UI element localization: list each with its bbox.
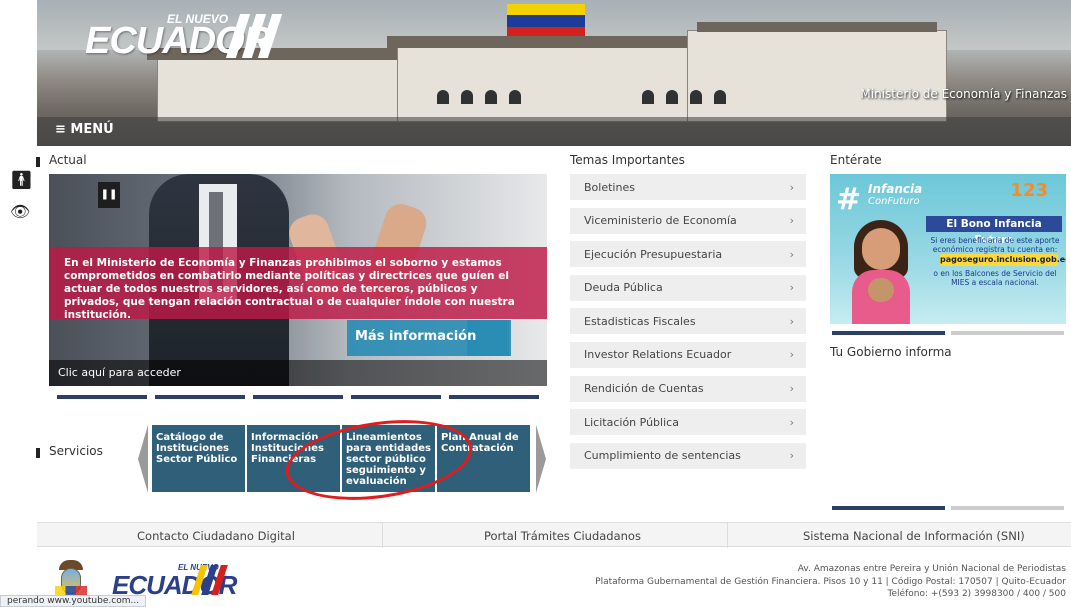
chevron-right-icon: › [789,382,794,396]
tema-item[interactable]: Investor Relations Ecuador › [570,341,806,368]
tema-item[interactable]: Estadisticas Fiscales › [570,308,806,335]
accessibility-icon[interactable]: 🚹︎ [10,170,33,191]
temas-list: Boletines › Viceministerio de Economía › E… [570,174,806,476]
carousel-indicator[interactable] [351,395,441,399]
tema-label: Licitación Pública [584,415,679,429]
window [437,90,449,104]
tema-label: Ejecución Presupuestaria [584,247,723,261]
window [666,90,678,104]
tema-label: Cumplimiento de sentencias [584,449,741,463]
section-marker [36,448,40,458]
footer-address: Av. Amazonas entre Pereira y Unión Nacio… [595,563,1066,601]
window [461,90,473,104]
carousel-indicators [57,395,539,399]
gobierno-title: Tu Gobierno informa [830,345,952,359]
link-sni[interactable]: Sistema Nacional de Información (SNI) [803,529,1025,543]
window [485,90,497,104]
chevron-right-icon: › [789,415,794,429]
tema-label: Rendición de Cuentas [584,382,704,396]
tema-label: Investor Relations Ecuador [584,348,732,362]
service-tile[interactable]: Catálogo de Instituciones Sector Público [152,425,245,492]
banner-text1: Si eres beneficiaria de este aporte econ… [930,236,1060,254]
footer-logo-bars-icon [191,565,228,595]
gobierno-indicators [832,506,1064,510]
browser-status-bar: perando www.youtube.com... [0,595,147,607]
address-line1: Av. Amazonas entre Pereira y Unión Nacio… [797,564,1066,574]
chevron-right-icon: › [789,348,794,362]
divider [382,523,383,548]
tema-item[interactable]: Viceministerio de Economía › [570,207,806,234]
tema-label: Deuda Pública [584,281,663,295]
banner-girl-image [848,220,914,324]
divider [727,523,728,548]
enterate-banner[interactable]: # Infancia ConFuturo 123 El Bono Infanci… [830,174,1066,324]
chevron-right-icon: › [789,314,794,328]
menu-button[interactable]: ≡ MENÚ [55,122,114,137]
tema-item[interactable]: Cumplimiento de sentencias › [570,442,806,469]
banner-line1: Infancia [868,182,923,196]
tema-label: Estadisticas Fiscales [584,314,696,328]
address-line2: Plataforma Gubernamental de Gestión Fina… [595,576,1066,587]
tema-item[interactable]: Boletines › [570,174,806,200]
chevron-right-icon: › [789,449,794,463]
link-tramites[interactable]: Portal Trámites Ciudadanos [484,529,641,543]
phone: Teléfono: +(593 2) 3998300 / 400 / 500 [887,589,1066,599]
ministry-name: Ministerio de Economía y Finanzas [860,87,1067,101]
window [714,90,726,104]
ecuador-flag [507,4,585,38]
tema-label: Viceministerio de Economía [584,214,737,228]
chevron-right-icon: › [789,214,794,228]
more-info-button[interactable]: Más información [347,320,509,356]
menu-bar: ≡ MENÚ [37,117,1071,146]
banner-line2: ConFuturo [868,196,920,207]
banner-hash: # [836,182,862,217]
tema-item[interactable]: Licitación Pública › [570,409,806,436]
eye-icon[interactable]: 👁︎ [10,202,30,221]
carousel-indicator[interactable] [253,395,343,399]
indicator-active[interactable] [832,506,945,510]
actual-title: Actual [49,153,87,167]
banner-text2: o en los Balcones de Servicio del MIES a… [933,269,1057,287]
banner-url[interactable]: pagoseguro.inclusion.gob.ec [940,254,1066,266]
window [509,90,521,104]
window [642,90,654,104]
services-prev-arrow[interactable] [138,425,148,493]
indicator[interactable] [951,331,1064,335]
carousel-indicator[interactable] [57,395,147,399]
tema-item[interactable]: Ejecución Presupuestaria › [570,241,806,268]
link-contacto[interactable]: Contacto Ciudadano Digital [137,529,295,543]
services-next-arrow[interactable] [536,425,546,493]
tema-item[interactable]: Deuda Pública › [570,274,806,301]
enterate-indicators [832,331,1064,335]
building-right [687,30,947,122]
carousel-access-link[interactable]: Clic aquí para acceder [49,360,547,386]
section-marker [36,157,40,167]
tema-item[interactable]: Rendición de Cuentas › [570,375,806,402]
enterate-title: Entérate [830,153,882,167]
servicios-title: Servicios [49,444,103,458]
window [690,90,702,104]
carousel-text: En el Ministerio de Economía y Finanzas … [64,257,515,321]
chevron-right-icon: › [789,281,794,295]
coat-of-arms-icon [55,560,87,600]
bottom-links-bar: Contacto Ciudadano Digital Portal Trámit… [37,522,1071,548]
chevron-right-icon: › [789,180,794,194]
indicator[interactable] [951,506,1064,510]
logo-bars-icon [225,14,283,62]
building-right-roof [697,22,937,32]
temas-title: Temas Importantes [570,153,685,167]
news-carousel[interactable]: En el Ministerio de Economía y Finanzas … [49,174,547,386]
banner-badge: El Bono Infancia Futuro [926,216,1062,246]
chevron-right-icon: › [789,247,794,261]
pause-icon[interactable]: ❚❚ [98,182,120,208]
carousel-indicator[interactable] [155,395,245,399]
building-center [397,46,737,122]
indicator-active[interactable] [832,331,945,335]
carousel-indicator[interactable] [449,395,539,399]
banner-numbers: 123 [1010,180,1048,201]
tema-label: Boletines [584,180,635,194]
site-header: EL NUEVO ECUADOR Ministerio de Economía … [37,0,1071,146]
